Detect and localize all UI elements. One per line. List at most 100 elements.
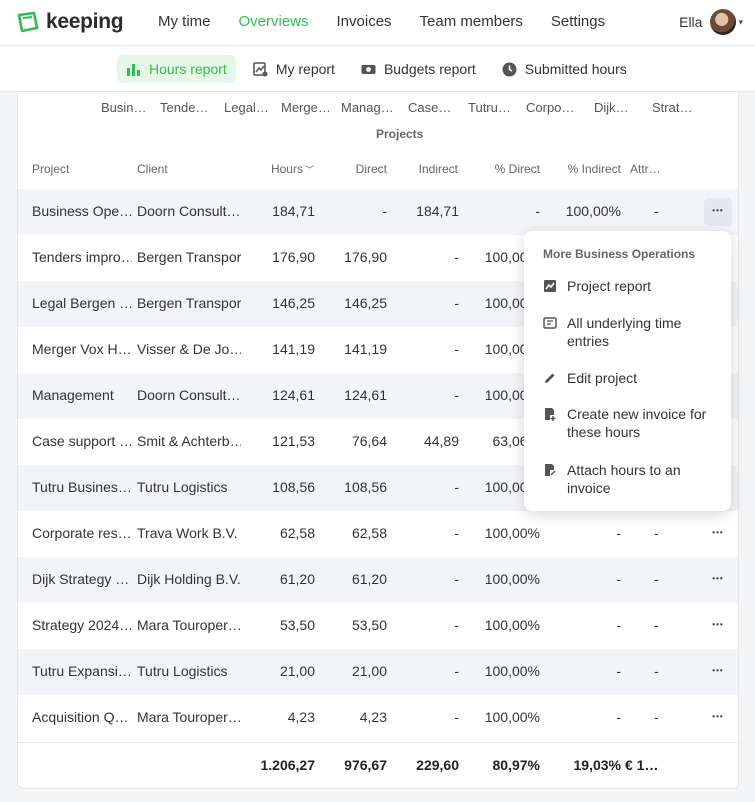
top-navbar: keeping My time Overviews Invoices Team … [0,0,755,46]
more-actions-icon[interactable]: ••• [704,612,732,640]
table-row[interactable]: Strategy 2024… Mara Touroper… 53,50 53,50 - 1… [18,603,738,649]
nav-invoices[interactable]: Invoices [337,13,392,30]
cell-direct: 141,19 [344,341,387,357]
table-row[interactable]: Business Ope… Doorn Consult… 184,71 - 184,71… [18,189,738,235]
tab-label: Submitted hours [524,61,627,77]
col-header-direct[interactable]: Direct [327,162,387,176]
table-row[interactable]: Dijk Strategy … Dijk Holding B.V. 61,20 61,… [18,557,738,603]
nav-overviews[interactable]: Overviews [239,13,309,30]
more-actions-icon[interactable]: ••• [704,658,732,686]
tab-label: Budgets report [383,61,476,77]
cell-pct-direct: - [535,203,540,219]
cell-client: Mara Touroper… [137,617,241,633]
col-header-client[interactable]: Client [137,162,168,176]
logo[interactable]: keeping [16,10,124,34]
nav-team-members[interactable]: Team members [420,13,523,30]
money-icon [361,64,376,74]
logo-icon [17,11,39,33]
cell-hours: 21,00 [279,663,315,679]
col-header-indirect[interactable]: Indirect [398,162,458,176]
tab-label: Hours report [149,61,227,77]
col-header-project[interactable]: Project [32,162,69,176]
cell-pct-indirect: - [616,709,621,725]
cell-indirect: - [454,525,459,541]
more-actions-icon[interactable]: ••• [704,520,732,548]
cell-attr: - [654,709,659,725]
table-row[interactable]: Acquisition Q… Mara Touroper… 4,23 4,23 - 100… [18,695,738,741]
menu-item-project-report[interactable]: Project report [543,277,723,295]
total-hours: 1.206,27 [260,757,316,773]
cell-pct-indirect: - [616,571,621,587]
menu-item-time-entries[interactable]: All underlying time entries [543,314,723,350]
x-tick: Legal… [224,100,269,115]
menu-item-label: Create new invoice for these hours [567,406,707,440]
cell-client: Doorn Consult… [137,203,241,219]
cell-project[interactable]: Case support … [32,433,132,449]
menu-item-label: All underlying time entries [567,315,682,349]
cell-project[interactable]: Legal Bergen … [32,295,132,311]
chart-x-axis: Busin… Tende… Legal… Merge… Manag… Case…… [18,100,738,120]
cell-indirect: - [454,617,459,633]
tab-submitted-hours[interactable]: Submitted hours [493,55,636,83]
cell-client: Dijk Holding B.V. [137,571,241,587]
cell-direct: 4,23 [359,709,387,725]
total-attr: € 1… [625,757,659,773]
cell-pct-direct: 100,00% [484,571,540,587]
col-header-attr[interactable]: Attr… [630,162,661,176]
col-header-pct-indirect[interactable]: % Indirect [551,162,621,176]
cell-client: Tutru Logistics [137,663,228,679]
cell-attr: - [654,617,659,633]
cell-direct: 146,25 [344,295,387,311]
sub-navbar: Hours report My report Budgets report Su… [0,47,755,92]
cell-pct-direct: 100,00% [484,617,540,633]
cell-direct: 76,64 [351,433,387,449]
cell-project[interactable]: Merger Vox H… [32,341,132,357]
cell-indirect: - [454,571,459,587]
cell-client: Doorn Consult… [137,387,241,403]
col-header-hours[interactable]: Hours ﹀ [254,162,314,176]
nav-settings[interactable]: Settings [551,13,605,30]
tab-hours-report[interactable]: Hours report [117,55,236,83]
cell-project[interactable]: Tutru Busines… [32,479,132,495]
cell-project[interactable]: Dijk Strategy … [32,571,132,587]
cell-hours: 141,19 [272,341,315,357]
report-icon [253,61,268,76]
more-actions-icon[interactable]: ••• [704,198,732,226]
x-tick: Case… [408,100,452,115]
tab-my-report[interactable]: My report [244,55,344,83]
cell-project[interactable]: Corporate res… [32,525,132,541]
cell-project[interactable]: Business Ope… [32,203,132,219]
cell-project[interactable]: Tenders impro… [32,249,132,265]
cell-indirect: 184,71 [416,203,459,219]
menu-item-create-invoice[interactable]: Create new invoice for these hours [543,405,723,441]
cell-hours: 61,20 [279,571,315,587]
nav-my-time[interactable]: My time [158,13,211,30]
menu-title: More Business Operations [543,247,696,261]
cell-project[interactable]: Strategy 2024… [32,617,132,633]
cell-hours: 4,23 [287,709,315,725]
more-actions-icon[interactable]: ••• [704,566,732,594]
logo-text: keeping [46,10,124,33]
cell-pct-direct: 100,00% [484,525,540,541]
menu-item-attach-hours[interactable]: Attach hours to an invoice [543,461,723,497]
cell-pct-indirect: - [616,663,621,679]
more-actions-icon[interactable]: ••• [704,704,732,732]
cell-project[interactable]: Tutru Expansi… [32,663,132,679]
cell-hours: 176,90 [272,249,315,265]
row-actions-menu: More Business Operations Project report … [524,231,731,511]
cell-direct: 53,50 [351,617,387,633]
cell-indirect: - [454,479,459,495]
avatar[interactable] [710,9,737,35]
col-header-pct-direct[interactable]: % Direct [470,162,540,176]
table-row[interactable]: Corporate res… Trava Work B.V. 62,58 62,58 -… [18,511,738,557]
tab-budgets-report[interactable]: Budgets report [352,55,485,83]
menu-item-edit-project[interactable]: Edit project [543,369,723,387]
cell-project[interactable]: Management [32,387,132,403]
user-menu[interactable]: Ella ▾ [679,9,743,35]
col-header-label: Hours [270,162,303,176]
total-pct-indirect: 19,03% [573,757,621,773]
table-row[interactable]: Tutru Expansi… Tutru Logistics 21,00 21,00 -… [18,649,738,695]
clock-icon [502,62,517,76]
cell-attr: - [654,203,659,219]
cell-project[interactable]: Acquisition Q… [32,709,132,725]
